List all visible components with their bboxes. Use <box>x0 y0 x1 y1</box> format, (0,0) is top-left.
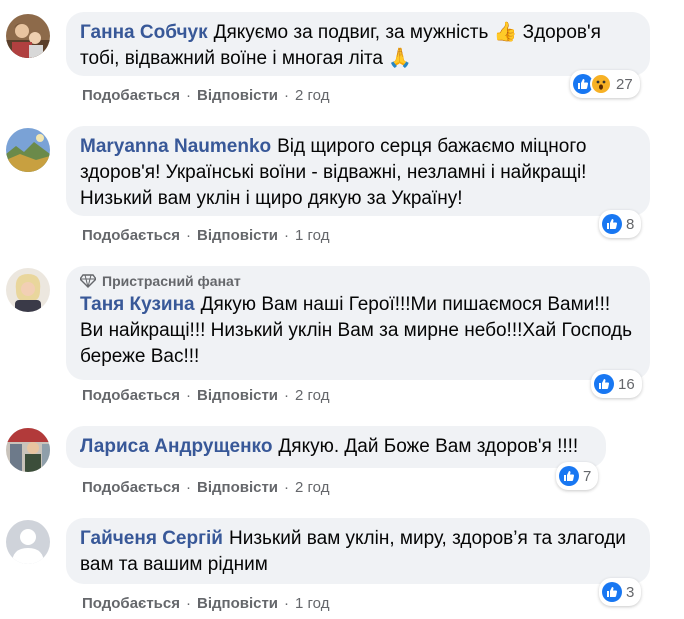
comment-author[interactable]: Ганна Собчук <box>80 22 208 43</box>
reaction-summary[interactable]: 7 <box>556 462 599 490</box>
separator-dot: · <box>185 227 191 244</box>
reaction-summary[interactable]: 16 <box>591 370 642 398</box>
comment-timestamp[interactable]: 2 год <box>295 387 329 404</box>
comment-bubble: Гайченя Сергій Низький вам уклін, миру, з… <box>66 518 650 584</box>
comment-actions: Подобається · Відповісти · 2 год <box>82 387 329 404</box>
reaction-count: 16 <box>618 375 635 393</box>
comment-actions: Подобається · Відповісти · 1 год <box>82 595 329 612</box>
reply-button[interactable]: Відповісти <box>197 227 278 244</box>
comment-timestamp[interactable]: 1 год <box>295 595 329 612</box>
comment-timestamp[interactable]: 1 год <box>295 227 329 244</box>
comment-actions: Подобається · Відповісти · 1 год <box>82 227 329 244</box>
comment-bubble: Maryanna Naumenko Від щирого серця бажаєм… <box>66 126 650 216</box>
reply-button[interactable]: Відповісти <box>197 387 278 404</box>
comment-author[interactable]: Гайченя Сергій <box>80 528 223 549</box>
like-button[interactable]: Подобається <box>82 595 180 612</box>
separator-dot: · <box>284 595 290 612</box>
separator-dot: · <box>185 387 191 404</box>
comments-feed: Ганна Собчук Дякуємо за подвиг, за мужніс… <box>0 0 684 619</box>
avatar[interactable] <box>6 268 50 312</box>
like-icon <box>602 582 622 602</box>
fan-badge-label: Пристрасний фанат <box>102 273 241 289</box>
comment-author[interactable]: Maryanna Naumenko <box>80 136 271 157</box>
separator-dot: · <box>284 227 290 244</box>
reaction-count: 3 <box>626 583 635 601</box>
avatar[interactable] <box>6 128 50 172</box>
avatar[interactable] <box>6 428 50 472</box>
separator-dot: · <box>185 595 191 612</box>
fan-badge[interactable]: Пристрасний фанат <box>80 272 636 290</box>
separator-dot: · <box>284 479 290 496</box>
separator-dot: · <box>185 479 191 496</box>
wow-icon <box>590 73 612 95</box>
like-icon <box>559 466 579 486</box>
like-button[interactable]: Подобається <box>82 387 180 404</box>
reaction-summary[interactable]: 3 <box>599 578 642 606</box>
avatar[interactable] <box>6 14 50 58</box>
diamond-icon <box>80 274 96 288</box>
reply-button[interactable]: Відповісти <box>197 87 278 104</box>
like-button[interactable]: Подобається <box>82 87 180 104</box>
reply-button[interactable]: Відповісти <box>197 595 278 612</box>
comment-actions: Подобається · Відповісти · 2 год <box>82 87 329 104</box>
reaction-count: 7 <box>583 467 592 485</box>
comment-author[interactable]: Лариса Андрущенко <box>80 436 272 457</box>
comment-timestamp[interactable]: 2 год <box>295 87 329 104</box>
separator-dot: · <box>284 87 290 104</box>
comment-bubble: Ганна Собчук Дякуємо за подвиг, за мужніс… <box>66 12 650 76</box>
avatar[interactable] <box>6 520 50 564</box>
reply-button[interactable]: Відповісти <box>197 479 278 496</box>
separator-dot: · <box>284 387 290 404</box>
reaction-summary[interactable]: 27 <box>570 70 640 98</box>
like-icon <box>594 374 614 394</box>
reaction-count: 27 <box>616 75 633 93</box>
like-icon <box>602 214 622 234</box>
comment-timestamp[interactable]: 2 год <box>295 479 329 496</box>
separator-dot: · <box>185 87 191 104</box>
comment-actions: Подобається · Відповісти · 2 год <box>82 479 329 496</box>
comment-bubble: Пристрасний фанат Таня Кузина Дякую Вам н… <box>66 266 650 380</box>
like-button[interactable]: Подобається <box>82 227 180 244</box>
comment-author[interactable]: Таня Кузина <box>80 294 195 315</box>
reaction-summary[interactable]: 8 <box>599 210 642 238</box>
like-button[interactable]: Подобається <box>82 479 180 496</box>
comment-bubble: Лариса Андрущенко Дякую. Дай Боже Вам здо… <box>66 426 606 468</box>
reaction-count: 8 <box>626 215 635 233</box>
comment-text: Дякую. Дай Боже Вам здоров'я !!!! <box>278 436 579 457</box>
